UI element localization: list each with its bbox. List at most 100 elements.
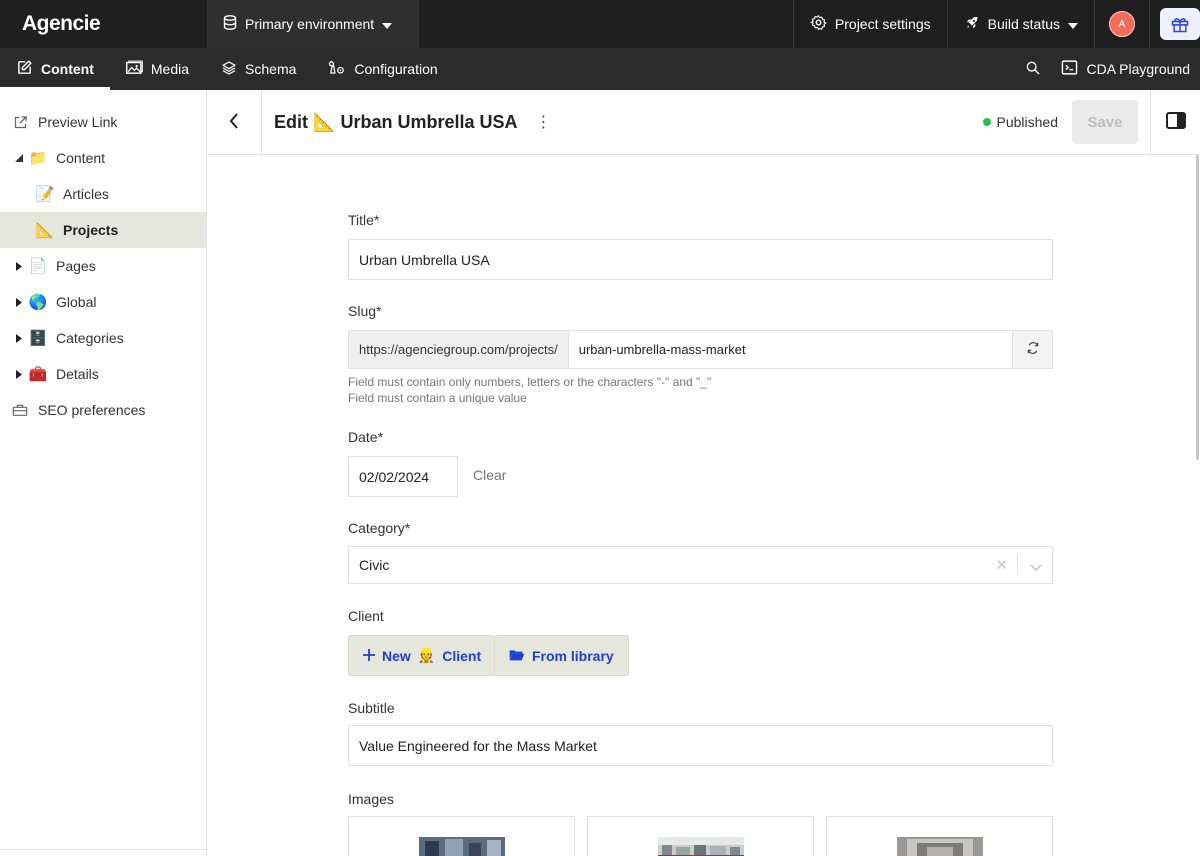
nav-media-label: Media [150,61,190,77]
sidebar-item-label: Projects [63,222,119,238]
environment-switcher[interactable]: Primary environment [207,0,419,48]
folder-icon: 📁 [28,150,48,167]
sidebar-item-details[interactable]: 🧰 Details [0,356,206,392]
project-settings-button[interactable]: Project settings [792,0,947,48]
status-label: Published [996,114,1059,130]
record-header: Edit 📐 Urban Umbrella USA ⋮ Published Sa… [207,89,1200,155]
slug-hint-unique: Field must contain a unique value [348,391,527,405]
toolbox-icon [10,403,30,417]
toolbox-emoji-icon: 🧰 [28,366,48,383]
chevron-left-icon [229,112,239,132]
select-separator [1017,555,1018,575]
avatar[interactable]: A [1109,11,1135,37]
whats-new-wrapper [1149,0,1200,48]
build-status-label: Build status [987,16,1060,32]
category-select[interactable]: Civic ✕ [348,546,1053,584]
subtitle-field-label: Subtitle [348,700,395,716]
save-button[interactable]: Save [1072,100,1138,144]
clear-date-button[interactable]: Clear [473,467,506,483]
sidebar-item-seo-preferences[interactable]: SEO preferences [0,392,206,428]
chevron-down-icon[interactable] [1030,559,1042,575]
external-link-icon [10,115,30,130]
folder-open-icon [509,648,525,664]
date-field-label: Date* [348,429,384,445]
nav-schema[interactable]: Schema [205,48,312,90]
sidebar-item-global[interactable]: 🌎 Global [0,284,206,320]
main-nav: Content Media Schema Configuration CDA P… [0,48,1200,90]
page-title: Edit 📐 Urban Umbrella USA [274,112,518,133]
caret-right-icon[interactable] [10,261,28,271]
edit-icon [16,59,33,79]
sidebar: Preview Link 📁 Content 📝 Articles 📐 Proj… [0,90,207,856]
sidebar-item-categories[interactable]: 🗄️ Categories [0,320,206,356]
new-client-button[interactable]: New 👷 Client [348,635,497,676]
slug-input[interactable]: urban-umbrella-mass-market [569,331,1012,368]
images-field-label: Images [348,791,394,807]
image-thumbnail [418,837,505,856]
caret-right-icon[interactable] [10,297,28,307]
title-field[interactable]: Urban Umbrella USA [348,239,1053,280]
search-button[interactable] [1009,48,1057,90]
sidebar-item-articles[interactable]: 📝 Articles [0,176,206,212]
refresh-slug-button[interactable] [1012,331,1052,368]
sidebar-item-projects[interactable]: 📐 Projects [0,212,206,248]
nav-content[interactable]: Content [0,48,110,90]
environment-label: Primary environment [245,16,375,32]
caret-down-icon [1068,16,1078,32]
category-field-label: Category* [348,520,411,536]
image-card[interactable] [348,816,575,856]
sidebar-item-preview-link[interactable]: Preview Link [0,104,206,140]
new-client-suffix: Client [442,647,482,664]
clear-selection-icon[interactable]: ✕ [995,556,1008,574]
page-icon: 📄 [28,258,48,275]
slug-prefix: https://agenciegroup.com/projects/ [349,331,569,368]
slug-field: https://agenciegroup.com/projects/ urban… [348,330,1053,369]
rocket-icon [964,15,980,34]
slug-hint-format: Field must contain only numbers, letters… [348,375,712,389]
caret-right-icon[interactable] [10,333,28,343]
category-value: Civic [359,557,390,573]
scrollbar[interactable] [1196,155,1199,460]
globe-icon: 🌎 [28,294,48,311]
project-settings-label: Project settings [834,16,931,32]
sidebar-item-pages[interactable]: 📄 Pages [0,248,206,284]
more-options-icon[interactable]: ⋮ [536,112,552,132]
slug-field-label: Slug* [348,303,382,319]
sidebar-item-content[interactable]: 📁 Content [0,140,206,176]
build-status-button[interactable]: Build status [946,0,1094,48]
new-client-label: New [382,647,411,664]
image-card[interactable] [587,816,814,856]
triangular-ruler-icon: 📐 [313,111,336,132]
nav-schema-label: Schema [245,61,297,77]
brand-logo[interactable]: Agencie [0,0,207,48]
wrench-icon [328,59,346,79]
construction-worker-icon: 👷 [417,647,436,663]
cda-playground-button[interactable]: CDA Playground [1057,48,1200,90]
caret-right-icon[interactable] [10,369,28,379]
sidebar-panel-toggle[interactable] [1150,89,1200,155]
image-icon [125,60,143,78]
triangular-ruler-icon: 📐 [35,222,55,239]
gear-icon [810,14,827,34]
title-field-label: Title* [348,212,380,228]
image-thumbnail [896,837,983,856]
title-text: Urban Umbrella USA [340,111,518,132]
refresh-icon [1026,341,1040,358]
subtitle-field[interactable]: Value Engineered for the Mass Market [348,725,1053,766]
gift-icon[interactable] [1160,8,1200,40]
nav-configuration[interactable]: Configuration [312,48,453,90]
from-library-button[interactable]: From library [494,635,629,676]
sidebar-item-label: Content [56,150,106,166]
terminal-icon [1061,59,1078,79]
date-field[interactable]: 02/02/2024 [348,456,458,497]
sidebar-item-label: Preview Link [38,114,118,130]
sidebar-item-label: SEO preferences [38,402,146,418]
back-button[interactable] [207,89,262,155]
caret-expanded-icon[interactable] [10,154,28,162]
sidebar-item-label: Categories [56,330,124,346]
user-menu[interactable]: A [1094,0,1149,48]
status-dot [982,118,991,126]
image-card[interactable] [826,816,1053,856]
nav-media[interactable]: Media [110,48,205,90]
caret-down-icon [382,16,393,32]
